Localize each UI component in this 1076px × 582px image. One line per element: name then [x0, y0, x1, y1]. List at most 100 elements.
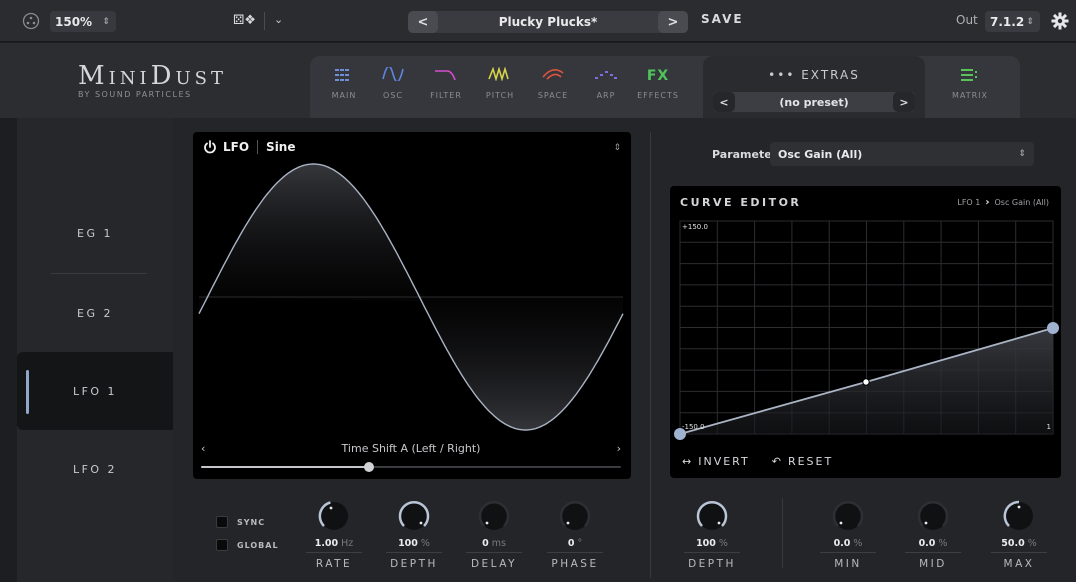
- min-label: MIN: [834, 558, 862, 570]
- parameter-label: Parameter: [712, 148, 778, 161]
- max-value: 50.0%: [982, 538, 1056, 549]
- output-format-select[interactable]: 7.1.2 ⇕: [985, 11, 1040, 32]
- invert-button[interactable]: ↔ INVERT: [682, 455, 750, 468]
- invert-label: INVERT: [698, 455, 750, 468]
- app-logo: MiniDust: [78, 61, 227, 91]
- preset-selector[interactable]: < Plucky Plucks* >: [408, 11, 688, 33]
- reset-button[interactable]: ↶ RESET: [772, 455, 833, 468]
- mod-depth-label: DEPTH: [688, 558, 736, 570]
- curve-actions: ↔ INVERT ↶ RESET: [682, 455, 833, 468]
- extras-prev-button[interactable]: <: [713, 92, 735, 112]
- lfo-depth-unit: %: [420, 538, 430, 549]
- tab-space[interactable]: SPACE: [527, 65, 579, 100]
- extras-title[interactable]: ••• EXTRAS: [703, 68, 925, 82]
- tab-effects[interactable]: FX EFFECTS: [632, 65, 684, 100]
- zoom-select[interactable]: 150% ⇕: [50, 11, 116, 32]
- app-logo-subtitle: BY SOUND PARTICLES: [78, 90, 192, 99]
- shift-left-arrow-icon[interactable]: ‹: [201, 442, 205, 455]
- phase-number: 0: [567, 538, 575, 549]
- sync-checkbox[interactable]: [216, 516, 228, 528]
- parameter-select[interactable]: Osc Gain (All) ⇕: [770, 142, 1034, 166]
- next-preset-button[interactable]: >: [658, 11, 688, 33]
- sidebar-item-eg1[interactable]: EG 1: [17, 194, 173, 272]
- tab-pitch[interactable]: PITCH: [474, 65, 526, 100]
- max-number: 50.0: [1001, 538, 1025, 549]
- active-indicator: [26, 370, 29, 414]
- shift-right-arrow-icon[interactable]: ›: [617, 442, 621, 455]
- sidebar-item-label: LFO 2: [72, 462, 118, 476]
- value-underline: [547, 552, 603, 553]
- min-unit: %: [853, 538, 863, 549]
- matrix-icon: [944, 65, 996, 87]
- sidebar-item-label: LFO 1: [72, 384, 118, 398]
- sidebar-item-label: EG 1: [77, 226, 113, 240]
- save-button[interactable]: SAVE: [701, 12, 744, 26]
- mod-depth-knob[interactable]: [693, 497, 731, 539]
- curve-graph[interactable]: [670, 186, 1061, 478]
- rate-label: RATE: [315, 558, 353, 570]
- max-unit: %: [1027, 538, 1037, 549]
- lfo-waveform: [198, 163, 624, 431]
- max-knob[interactable]: [1000, 497, 1038, 539]
- delay-knob[interactable]: [475, 497, 513, 539]
- lfo-depth-knob[interactable]: [395, 497, 433, 539]
- rate-value: 1.00 Hz: [297, 538, 371, 549]
- logo-circle-icon[interactable]: [22, 12, 40, 30]
- rate-number: 1.00: [314, 538, 339, 549]
- random-options-chevron-icon[interactable]: ⌄: [274, 13, 283, 26]
- phase-unit: °: [577, 538, 583, 549]
- tab-label: SPACE: [537, 91, 569, 100]
- mod-depth-unit: %: [718, 538, 728, 549]
- filter-curve-icon: [420, 65, 472, 87]
- space-curve-icon: [527, 65, 579, 87]
- tab-label: ARP: [596, 91, 616, 100]
- time-shift-row: ‹ Time Shift A (Left / Right) ›: [201, 442, 621, 455]
- tab-filter[interactable]: FILTER: [420, 65, 472, 100]
- sync-label: SYNC: [237, 518, 266, 527]
- delay-label: DELAY: [470, 558, 518, 570]
- tab-main[interactable]: MAIN: [318, 65, 370, 100]
- prev-preset-button[interactable]: <: [408, 11, 438, 33]
- preset-name: Plucky Plucks*: [498, 15, 598, 29]
- extras-preset-selector[interactable]: < (no preset) >: [713, 92, 915, 112]
- mid-knob[interactable]: [914, 497, 952, 539]
- time-shift-slider[interactable]: [201, 462, 621, 472]
- lfo-depth-value: 100%: [377, 538, 451, 549]
- tab-arp[interactable]: ARP: [580, 65, 632, 100]
- settings-gear-icon[interactable]: [1051, 12, 1069, 30]
- value-underline: [991, 552, 1047, 553]
- top-bar: 150% ⇕ ⚄❖ ⌄ < Plucky Plucks* > SAVE Out …: [0, 0, 1076, 42]
- knob-divider: [782, 498, 783, 568]
- pitch-wave-icon: [474, 65, 526, 87]
- value-underline: [466, 552, 522, 553]
- min-knob[interactable]: [829, 497, 867, 539]
- tab-osc[interactable]: OSC: [367, 65, 419, 100]
- random-dice-button[interactable]: ⚄❖: [233, 13, 256, 28]
- global-checkbox[interactable]: [216, 539, 228, 551]
- slider-fill: [201, 466, 369, 468]
- fx-icon: FX: [646, 68, 670, 84]
- sidebar-item-lfo1[interactable]: LFO 1: [17, 352, 173, 430]
- updown-chevron-icon: ⇕: [102, 16, 110, 27]
- zoom-value: 150%: [55, 14, 93, 29]
- lfo-depth-number: 100: [398, 538, 418, 549]
- sidebar-item-label: EG 2: [77, 306, 113, 320]
- slider-thumb[interactable]: [364, 462, 374, 472]
- extras-next-button[interactable]: >: [893, 92, 915, 112]
- tab-matrix[interactable]: MATRIX: [944, 65, 996, 100]
- sidebar-item-lfo2[interactable]: LFO 2: [17, 430, 173, 508]
- curve-y-min: -150.0: [682, 423, 705, 431]
- tab-label: PITCH: [485, 91, 515, 100]
- value-underline: [905, 552, 961, 553]
- rate-knob[interactable]: [315, 497, 353, 539]
- phase-knob[interactable]: [556, 497, 594, 539]
- reset-undo-icon: ↶: [771, 455, 783, 468]
- reset-label: RESET: [787, 455, 834, 468]
- phase-label: PHASE: [551, 558, 599, 570]
- min-number: 0.0: [833, 538, 851, 549]
- swap-arrows-icon: ↔: [682, 455, 694, 468]
- extras-preset-name: (no preset): [779, 95, 849, 109]
- updown-chevron-icon: ⇕: [1026, 16, 1034, 27]
- tab-label: EFFECTS: [637, 91, 679, 100]
- sidebar-item-eg2[interactable]: EG 2: [17, 274, 173, 352]
